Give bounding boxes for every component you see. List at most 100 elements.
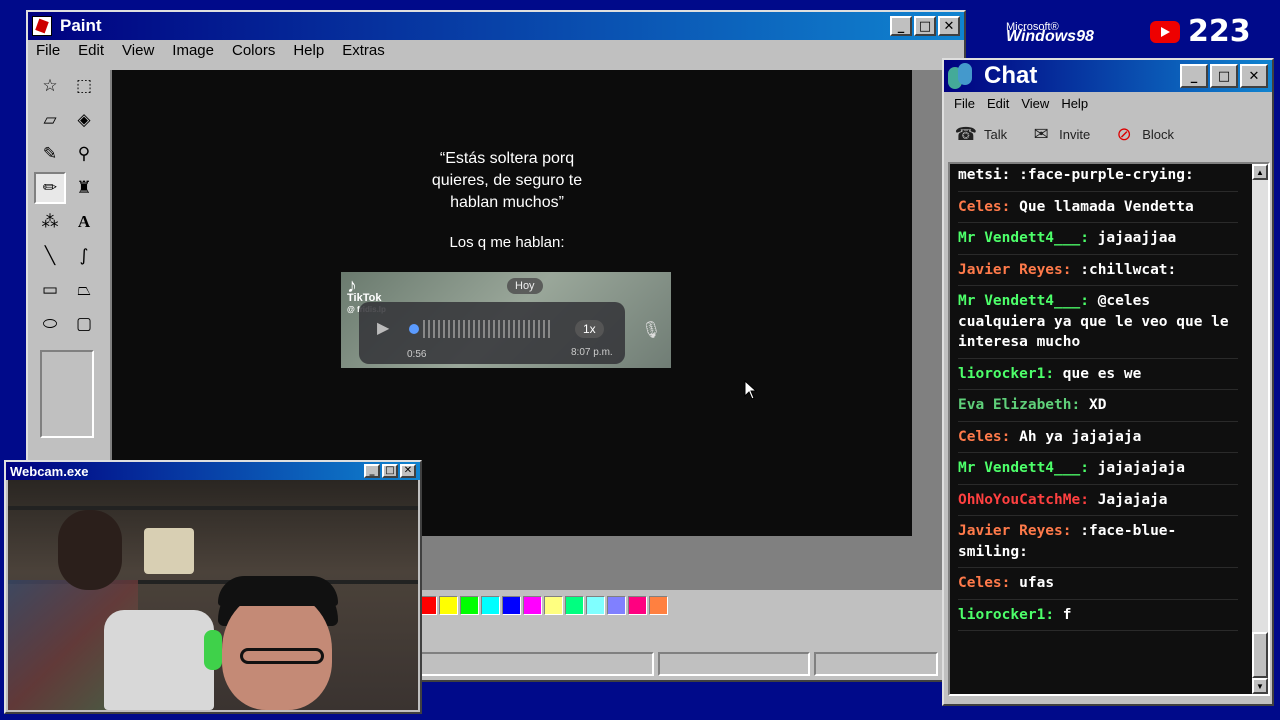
menu-edit[interactable]: Edit <box>78 42 104 59</box>
webcam-title: Webcam.exe <box>10 463 89 479</box>
text-icon[interactable]: A <box>68 206 100 238</box>
chat-separator: : <box>1045 606 1063 623</box>
chat-text: :chillwcat: <box>1080 261 1177 278</box>
chat-people-icon <box>948 63 976 89</box>
palette-swatch[interactable] <box>565 596 584 615</box>
color-picker-icon[interactable]: ✎ <box>34 138 66 170</box>
chat-username[interactable]: Celes <box>958 575 1002 591</box>
chat-username[interactable]: Mr Vendett4___ <box>958 460 1080 476</box>
tiktok-voice-screenshot: ♪ TikTok @ fridis.lp Hoy ▶ 1x 0:56 8:07 … <box>341 272 671 368</box>
chat-username[interactable]: metsi <box>958 167 1002 183</box>
scroll-up-arrow[interactable]: ▲ <box>1252 164 1268 180</box>
webcam-minimize-button[interactable]: _ <box>364 464 380 478</box>
menu-colors[interactable]: Colors <box>232 42 275 59</box>
status-cell-size <box>814 652 938 676</box>
palette-swatch[interactable] <box>586 596 605 615</box>
palette-swatch[interactable] <box>523 596 542 615</box>
webcam-close-button[interactable]: ✕ <box>400 464 416 478</box>
tool-options-box[interactable] <box>40 350 94 438</box>
airbrush-icon[interactable]: ⁂ <box>34 206 66 238</box>
chat-separator: : <box>1062 523 1081 539</box>
chat-message: Javier Reyes: :chillwcat: <box>958 255 1238 286</box>
talk-button[interactable]: ☎ Talk <box>954 123 1007 145</box>
color-palette <box>418 596 668 615</box>
chat-menu-help[interactable]: Help <box>1061 96 1088 111</box>
curve-icon[interactable]: ∫ <box>68 240 100 272</box>
close-button[interactable]: ✕ <box>938 16 960 36</box>
eraser-icon[interactable]: ▱ <box>34 104 66 136</box>
webcam-window: Webcam.exe _ □ ✕ <box>4 460 422 714</box>
chat-message: Javier Reyes: :face-blue-smiling: <box>958 516 1238 568</box>
chat-username[interactable]: Mr Vendett4___ <box>958 293 1080 309</box>
brush-icon[interactable]: ♜ <box>68 172 100 204</box>
play-icon: ▶ <box>377 320 390 337</box>
chat-username[interactable]: Mr Vendett4___ <box>958 230 1080 246</box>
chat-maximize-button[interactable]: □ <box>1210 64 1238 88</box>
chat-message: Celes: Ah ya jajajaja <box>958 422 1238 453</box>
magnifier-icon[interactable]: ⚲ <box>68 138 100 170</box>
scroll-down-arrow[interactable]: ▼ <box>1252 678 1268 694</box>
menu-help[interactable]: Help <box>293 42 324 59</box>
free-select-icon[interactable]: ☆ <box>34 70 66 102</box>
palette-swatch[interactable] <box>628 596 647 615</box>
chat-separator: : <box>1001 167 1020 183</box>
chat-username[interactable]: liorocker1 <box>958 607 1045 623</box>
maximize-button[interactable]: □ <box>914 16 936 36</box>
chat-titlebar[interactable]: Chat _ □ ✕ <box>944 60 1272 92</box>
minimize-button[interactable]: _ <box>890 16 912 36</box>
status-cell-position <box>658 652 810 676</box>
chat-toolbar: ☎ Talk ✉ Invite ⊘ Block <box>944 115 1272 153</box>
palette-swatch[interactable] <box>502 596 521 615</box>
palette-swatch[interactable] <box>544 596 563 615</box>
ellipse-icon[interactable]: ⬭ <box>34 308 66 340</box>
line-icon[interactable]: ╲ <box>34 240 66 272</box>
chat-username[interactable]: OhNoYouCatchMe <box>958 492 1080 508</box>
chat-username[interactable]: liorocker1 <box>958 366 1045 382</box>
chat-username[interactable]: Celes <box>958 429 1002 445</box>
palette-swatch[interactable] <box>607 596 626 615</box>
status-cell-message <box>418 652 654 676</box>
webcam-maximize-button[interactable]: □ <box>382 464 398 478</box>
chat-message: OhNoYouCatchMe: Jajajaja <box>958 485 1238 516</box>
rectangle-icon[interactable]: ▭ <box>34 274 66 306</box>
pencil-icon[interactable]: ✏ <box>34 172 66 204</box>
chat-username[interactable]: Javier Reyes <box>958 523 1063 539</box>
chat-username[interactable]: Celes <box>958 199 1002 215</box>
chat-username[interactable]: Javier Reyes <box>958 262 1063 278</box>
chat-menu-edit[interactable]: Edit <box>987 96 1009 111</box>
chat-close-button[interactable]: ✕ <box>1240 64 1268 88</box>
glasses <box>240 648 324 664</box>
chat-menu-view[interactable]: View <box>1021 96 1049 111</box>
paint-titlebar[interactable]: Paint _ □ ✕ <box>28 12 964 40</box>
invite-label: Invite <box>1059 126 1091 142</box>
chat-minimize-button[interactable]: _ <box>1180 64 1208 88</box>
polygon-icon[interactable]: ⏢ <box>68 274 100 306</box>
chat-scrollbar[interactable]: ▲ ▼ <box>1252 164 1268 694</box>
silver-play-button-plaque <box>144 528 194 574</box>
chat-username[interactable]: Eva Elizabeth <box>958 397 1072 413</box>
talk-icon: ☎ <box>954 123 978 145</box>
tiktok-icon: ♪ <box>347 275 357 297</box>
chat-log[interactable]: metsi: :face-purple-crying: Celes: Que ll… <box>948 162 1270 696</box>
webcam-titlebar[interactable]: Webcam.exe _ □ ✕ <box>6 462 420 480</box>
menu-file[interactable]: File <box>36 42 60 59</box>
chat-separator: : <box>1080 460 1098 476</box>
chat-separator: : <box>1001 575 1020 591</box>
rounded-rect-icon[interactable]: ▢ <box>68 308 100 340</box>
menu-extras[interactable]: Extras <box>342 42 385 59</box>
palette-swatch[interactable] <box>649 596 668 615</box>
menu-view[interactable]: View <box>122 42 154 59</box>
chat-text: XD <box>1088 397 1107 413</box>
rect-select-icon[interactable]: ⬚ <box>68 70 100 102</box>
invite-button[interactable]: ✉ Invite <box>1029 123 1091 145</box>
block-button[interactable]: ⊘ Block <box>1112 123 1174 145</box>
chat-title: Chat <box>984 62 1038 89</box>
fill-icon[interactable]: ◈ <box>68 104 100 136</box>
scroll-thumb[interactable] <box>1252 632 1268 678</box>
chat-menu-file[interactable]: File <box>954 96 975 111</box>
palette-swatch[interactable] <box>481 596 500 615</box>
chat-separator: : <box>1080 491 1098 508</box>
palette-swatch[interactable] <box>460 596 479 615</box>
palette-swatch[interactable] <box>439 596 458 615</box>
menu-image[interactable]: Image <box>172 42 214 59</box>
